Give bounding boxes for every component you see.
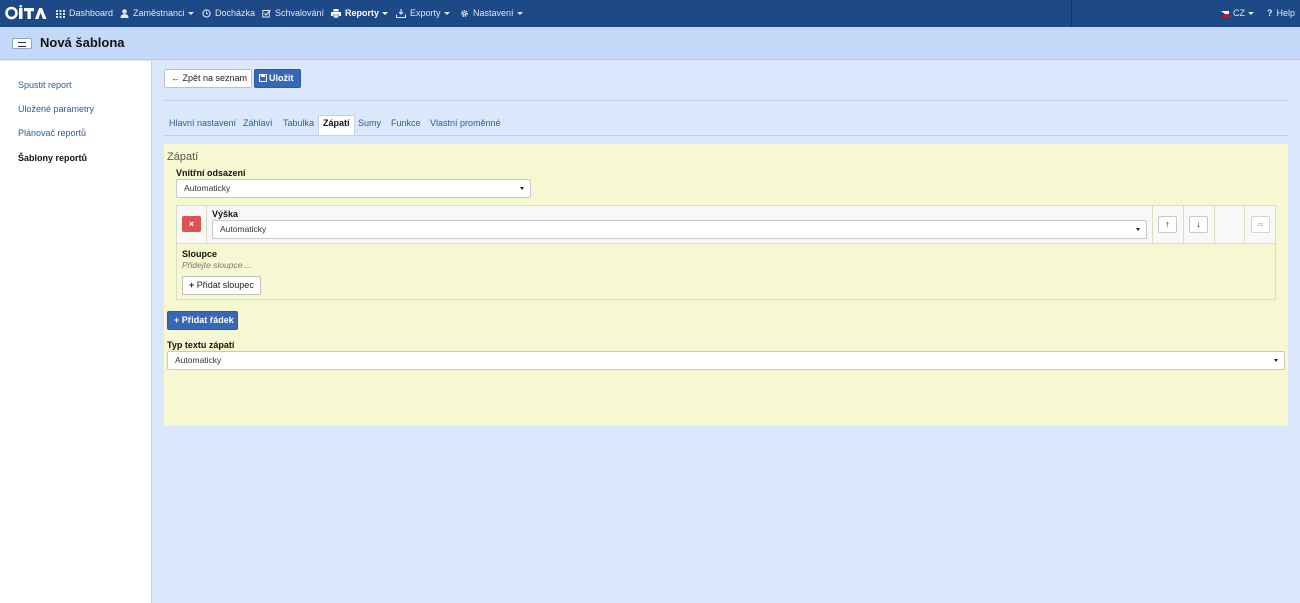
move-row-up-button[interactable]: ↑ [1158, 216, 1177, 233]
nav-approval[interactable]: Schvalování [262, 0, 324, 27]
footer-text-type-select[interactable]: Automaticky [167, 351, 1285, 370]
template-icon [12, 38, 32, 49]
row-options-icon [1258, 223, 1263, 227]
gear-icon [461, 10, 468, 18]
inner-padding-select[interactable]: Automaticky [176, 179, 531, 198]
row-divider [206, 205, 207, 244]
floppy-disk-icon [259, 74, 267, 82]
add-column-label: Přidat sloupec [196, 280, 254, 290]
question-mark-icon: ? [1267, 8, 1273, 18]
ita-logo[interactable] [5, 5, 47, 21]
tabs-divider [164, 135, 1288, 136]
nav-approval-label: Schvalování [275, 8, 325, 18]
tab-functions[interactable]: Funkce [391, 115, 421, 135]
language-switcher[interactable]: CZ [1221, 0, 1254, 27]
tab-footer[interactable]: Zápatí [318, 115, 355, 136]
sidebar-item-run-report[interactable]: Spustit report [18, 80, 72, 90]
page-title: Nová šablona [40, 35, 125, 50]
nav-dashboard[interactable]: Dashboard [56, 0, 113, 27]
save-button[interactable]: Uložit [254, 69, 301, 88]
print-icon [331, 9, 341, 19]
tab-table[interactable]: Tabulka [283, 115, 314, 135]
panel-title: Zápatí [167, 151, 199, 163]
nav-attendance-label: Docházka [215, 8, 256, 18]
nav-dashboard-label: Dashboard [69, 8, 114, 18]
sidebar-item-saved-parameters[interactable]: Uložené parametry [18, 104, 94, 114]
arrow-up-icon: ↑ [1165, 219, 1170, 229]
chevron-down-icon [443, 12, 450, 16]
navbar-divider [1071, 0, 1072, 27]
row-height-select[interactable]: Automaticky [212, 220, 1147, 239]
footer-text-type-label: Typ textu zápatí [167, 340, 235, 350]
plus-icon: + [174, 315, 180, 325]
save-label: Uložit [269, 73, 294, 83]
help-label: Help [1276, 8, 1296, 18]
nav-reports[interactable]: Reporty [331, 0, 389, 27]
add-row-label: Přidat řádek [181, 315, 234, 325]
move-row-down-button[interactable]: ↓ [1189, 216, 1208, 233]
inner-padding-value: Automaticky [184, 183, 231, 193]
back-to-list-button[interactable]: ← Zpět na seznam [164, 69, 252, 88]
plus-icon: + [189, 280, 195, 290]
user-icon [120, 9, 129, 19]
add-column-button[interactable]: + Přidat sloupec [182, 276, 261, 295]
export-tray-icon [396, 9, 406, 19]
back-to-list-label: Zpět na seznam [182, 73, 248, 83]
tab-sums[interactable]: Sumy [358, 115, 381, 135]
inner-padding-label: Vnitřní odsazení [176, 168, 246, 178]
nav-exports[interactable]: Exporty [396, 0, 450, 27]
language-label: CZ [1233, 8, 1245, 18]
chevron-down-icon [516, 12, 523, 16]
row-divider [1183, 205, 1184, 244]
sidebar-item-report-scheduler[interactable]: Plánovač reportů [18, 128, 86, 138]
delete-row-button[interactable]: × [182, 216, 201, 232]
footer-text-type-value: Automaticky [175, 355, 222, 365]
help-link[interactable]: ? Help [1267, 0, 1295, 27]
add-row-button[interactable]: + Přidat řádek [167, 311, 238, 330]
nav-reports-label: Reporty [345, 8, 380, 18]
arrow-down-icon: ↓ [1196, 219, 1201, 229]
row-height-value: Automaticky [220, 224, 267, 234]
columns-label: Sloupce [182, 249, 218, 259]
chevron-down-icon [1248, 12, 1254, 16]
tab-header[interactable]: Záhlaví [243, 115, 273, 135]
close-icon: × [188, 219, 195, 229]
row-options-button[interactable] [1251, 216, 1270, 233]
row-divider [1214, 205, 1215, 244]
tab-custom-variables[interactable]: Vlastní proměnné [430, 115, 501, 135]
sidebar-item-report-templates[interactable]: Šablony reportů [18, 153, 87, 163]
tab-main-settings[interactable]: Hlavní nastavení [169, 115, 236, 135]
nav-settings[interactable]: Nastavení [460, 0, 523, 27]
nav-employees[interactable]: Zaměstnanci [120, 0, 194, 27]
page-header: Nová šablona [0, 27, 1300, 60]
dashboard-grid-icon [56, 9, 65, 18]
row-divider [1244, 205, 1245, 244]
arrow-left-icon: ← [171, 73, 180, 83]
nav-employees-label: Zaměstnanci [133, 8, 185, 18]
columns-placeholder: Přidejte sloupce ... [182, 260, 252, 270]
nav-settings-label: Nastavení [473, 8, 514, 18]
top-navbar: Dashboard Zaměstnanci Docházka Schvalová… [0, 0, 1300, 27]
czech-flag-icon [1221, 10, 1229, 17]
toolbar-divider [164, 100, 1288, 101]
clock-icon [202, 9, 211, 18]
check-square-icon [262, 9, 271, 18]
chevron-down-icon [187, 12, 194, 16]
row-divider [1152, 205, 1153, 244]
chevron-down-icon [382, 12, 389, 16]
row-height-label: Výška [212, 209, 239, 219]
sidebar: Spustit report Uložené parametry Plánova… [0, 61, 152, 603]
nav-exports-label: Exporty [410, 8, 441, 18]
nav-attendance[interactable]: Docházka [202, 0, 255, 27]
